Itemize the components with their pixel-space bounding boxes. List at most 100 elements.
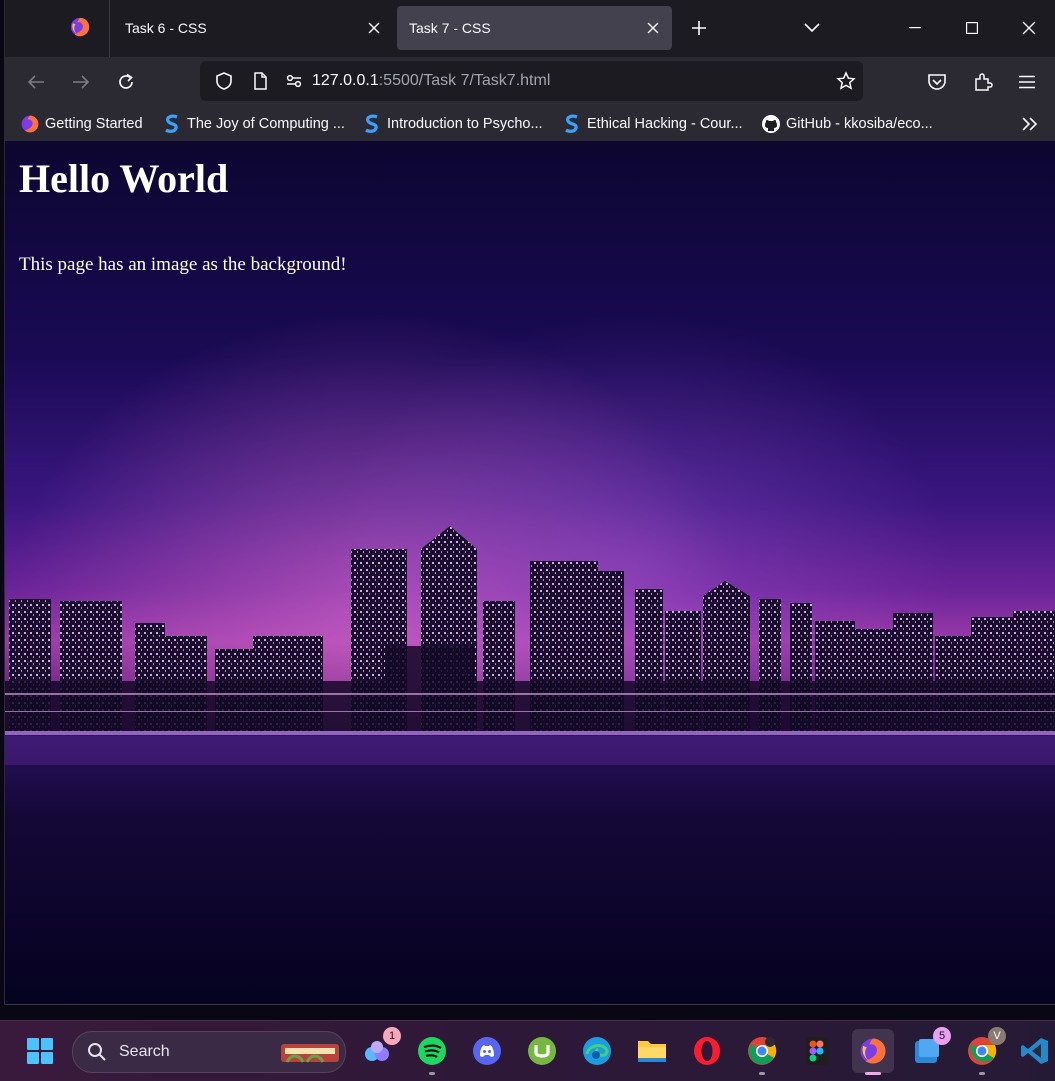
- tab-task-6[interactable]: Task 6 - CSS: [113, 6, 393, 50]
- discord-icon: [473, 1037, 501, 1065]
- pocket-button[interactable]: [920, 65, 954, 99]
- notification-badge: 1: [383, 1027, 401, 1045]
- figma-icon: [806, 1037, 828, 1065]
- page-paragraph: This page has an image as the background…: [19, 254, 347, 275]
- app-menu-button[interactable]: [1010, 65, 1044, 99]
- double-chevron-right-icon: [1022, 117, 1038, 131]
- profile-badge: V: [988, 1027, 1006, 1045]
- running-indicator: [759, 1072, 765, 1075]
- tab-strip: Task 6 - CSS Task 7 - CSS: [5, 0, 1055, 57]
- page-viewport: Hello World This page has an image as th…: [5, 141, 1055, 1004]
- swayam-icon: [562, 114, 582, 134]
- close-icon: [647, 22, 659, 34]
- bookmarks-toolbar: Getting Started The Joy of Computing ...…: [5, 107, 1055, 141]
- browser-window: Task 6 - CSS Task 7 - CSS 127.0.0.1:5500…: [4, 0, 1055, 1005]
- hamburger-icon: [1019, 75, 1035, 89]
- chrome-profile-button[interactable]: V: [964, 1027, 1006, 1075]
- utorrent-button[interactable]: [524, 1033, 560, 1069]
- bookmark-intro-psychology[interactable]: Introduction to Psycho...: [362, 113, 543, 135]
- utorrent-icon: [528, 1037, 556, 1065]
- bookmark-github[interactable]: GitHub - kkosiba/eco...: [761, 113, 933, 135]
- notification-badge: 5: [933, 1027, 951, 1045]
- github-icon: [761, 114, 781, 134]
- permissions-icon[interactable]: [284, 71, 304, 91]
- window-close-button[interactable]: [1011, 10, 1047, 46]
- more-bookmarks-button[interactable]: [1017, 111, 1043, 137]
- shield-icon[interactable]: [214, 71, 234, 91]
- forward-arrow-icon: [73, 75, 90, 89]
- close-tab-button[interactable]: [638, 13, 668, 43]
- bookmark-star-icon[interactable]: [836, 71, 856, 91]
- swayam-icon: [162, 114, 182, 134]
- bookmark-joy-of-computing[interactable]: The Joy of Computing ...: [162, 113, 345, 135]
- list-all-tabs-button[interactable]: [798, 14, 826, 42]
- maximize-button[interactable]: [954, 10, 990, 46]
- spotify-icon: [418, 1037, 446, 1065]
- close-icon: [1022, 21, 1036, 35]
- running-indicator: [429, 1072, 435, 1075]
- file-explorer-icon: [638, 1041, 666, 1062]
- maximize-icon: [966, 22, 978, 34]
- new-tab-button[interactable]: [685, 14, 713, 42]
- tab-label: Task 6 - CSS: [125, 20, 207, 36]
- minimize-button[interactable]: [897, 10, 933, 46]
- bookmark-label: Ethical Hacking - Cour...: [587, 116, 743, 132]
- swayam-icon: [362, 114, 382, 134]
- bookmark-label: The Joy of Computing ...: [187, 116, 345, 132]
- forward-button[interactable]: [64, 65, 98, 99]
- opera-button[interactable]: [689, 1033, 725, 1069]
- tab-label: Task 7 - CSS: [409, 20, 491, 36]
- start-button[interactable]: [22, 1033, 58, 1069]
- search-label: Search: [119, 1043, 170, 1060]
- running-indicator: [979, 1072, 985, 1075]
- bookmark-ethical-hacking[interactable]: Ethical Hacking - Cour...: [562, 113, 743, 135]
- reload-icon: [119, 73, 133, 89]
- tab-separator: [109, 0, 110, 57]
- reload-button[interactable]: [109, 65, 143, 99]
- firefox-view-icon[interactable]: [69, 16, 91, 38]
- back-button[interactable]: [19, 65, 53, 99]
- url-path: :5500/Task 7/Task7.html: [378, 72, 551, 89]
- discord-button[interactable]: [469, 1033, 505, 1069]
- plus-icon: [692, 21, 706, 35]
- spotify-button[interactable]: [414, 1033, 450, 1075]
- extensions-button[interactable]: [966, 65, 1000, 99]
- vscode-button[interactable]: [1017, 1033, 1053, 1069]
- close-icon: [368, 22, 380, 34]
- edge-icon: [583, 1037, 611, 1065]
- puzzle-icon: [975, 73, 993, 91]
- back-arrow-icon: [27, 75, 44, 89]
- chrome-icon: [748, 1037, 777, 1065]
- bookmark-label: GitHub - kkosiba/eco...: [786, 116, 933, 132]
- navigation-toolbar: 127.0.0.1:5500/Task 7/Task7.html: [5, 57, 1055, 107]
- page-heading: Hello World: [19, 156, 229, 201]
- bookmark-getting-started[interactable]: Getting Started: [20, 113, 143, 135]
- firefox-taskbar-button[interactable]: [852, 1029, 894, 1075]
- active-indicator: [865, 1072, 881, 1075]
- taskbar: Search 1 5 V: [0, 1020, 1055, 1081]
- pocket-icon: [928, 74, 946, 90]
- search-box[interactable]: Search: [72, 1031, 346, 1073]
- todo-button[interactable]: 5: [909, 1027, 951, 1069]
- tab-task-7[interactable]: Task 7 - CSS: [397, 6, 672, 50]
- search-highlight-image: [281, 1044, 339, 1063]
- url-text[interactable]: 127.0.0.1:5500/Task 7/Task7.html: [312, 72, 550, 90]
- firefox-icon: [860, 1038, 886, 1064]
- firefox-icon: [20, 114, 40, 134]
- chevron-down-icon: [804, 23, 820, 33]
- figma-button[interactable]: [799, 1033, 835, 1069]
- page-icon[interactable]: [250, 71, 270, 91]
- url-bar[interactable]: 127.0.0.1:5500/Task 7/Task7.html: [200, 61, 863, 101]
- close-tab-button[interactable]: [359, 13, 389, 43]
- opera-icon: [694, 1037, 720, 1065]
- url-host: 127.0.0.1: [312, 72, 379, 89]
- edge-button[interactable]: [579, 1033, 615, 1069]
- bookmark-label: Introduction to Psycho...: [387, 116, 543, 132]
- chrome-button[interactable]: [744, 1033, 780, 1075]
- search-icon: [88, 1043, 106, 1061]
- bookmark-label: Getting Started: [45, 116, 143, 132]
- copilot-button[interactable]: 1: [359, 1027, 401, 1069]
- minimize-icon: [909, 27, 921, 29]
- file-explorer-button[interactable]: [634, 1033, 670, 1069]
- windows-start-icon: [27, 1038, 53, 1064]
